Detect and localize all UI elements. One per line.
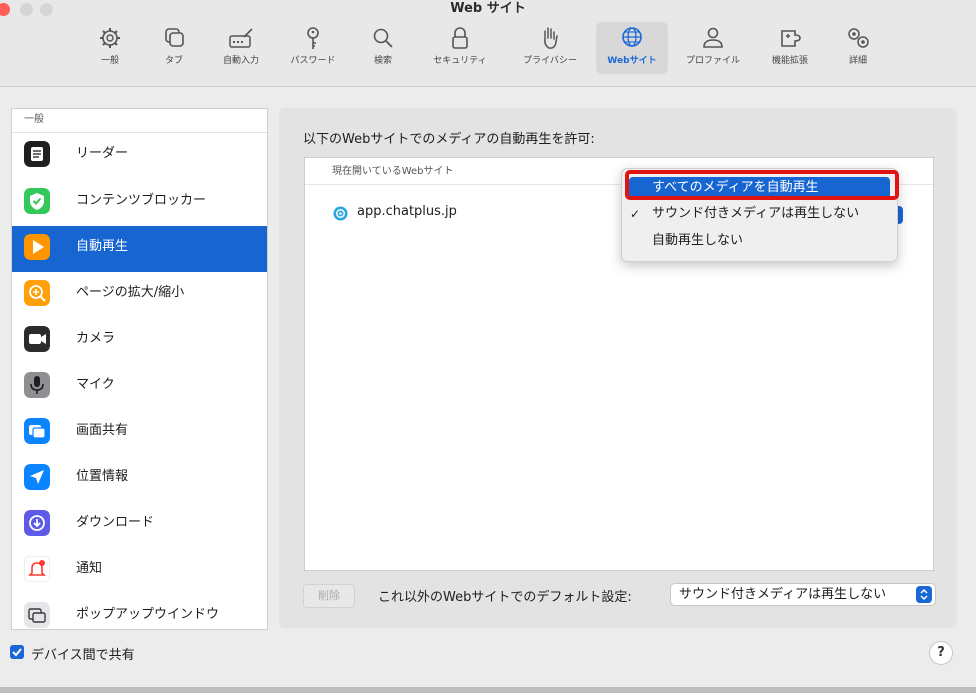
chevron-up-down-icon [916,586,932,603]
toolbar-item-advanced[interactable]: 詳細 [822,22,894,74]
puzzle-icon [781,30,801,47]
sidebar-item-microphone[interactable]: マイク [12,364,267,410]
sidebar-item-label: 画面共有 [76,423,129,438]
share-across-devices-checkbox[interactable] [10,645,24,659]
toolbar-item-general[interactable]: 一般 [74,22,146,74]
default-setting-label: これ以外のWebサイトでのデフォルト設定: [378,590,632,605]
key-icon [307,27,319,49]
toolbar-label: タブ [164,56,183,66]
toolbar-item-search[interactable]: 検索 [347,22,419,74]
reader-icon [24,141,50,167]
bell-icon [24,556,50,582]
toolbar-label: Webサイト [607,56,657,66]
sidebar-item-notifications[interactable]: 通知 [12,548,267,594]
toolbar-label: 一般 [100,56,119,66]
toolbar-label: プロファイル [685,56,740,66]
toolbar-item-websites[interactable]: Webサイト [596,22,668,74]
sidebar-item-label: 通知 [76,561,103,576]
sidebar-item-label: リーダー [76,146,129,161]
toolbar-label: パスワード [290,56,336,66]
sidebar: 一般 リーダー コンテンツブロッカー 自動再生 ページの拡大/縮小 カメラ マイ… [11,108,268,630]
screen-share-icon [24,418,50,444]
sidebar-item-page-zoom[interactable]: ページの拡大/縮小 [12,272,267,318]
toolbar-item-privacy[interactable]: プライバシー [514,22,586,74]
menu-item-never-autoplay[interactable]: 自動再生しない [622,229,897,253]
toolbar-label: 機能拡張 [771,56,808,66]
sidebar-item-popups[interactable]: ポップアップウインドウ [12,594,267,629]
menu-item-label: サウンド付きメディアは再生しない [652,206,860,221]
window-title: Web サイト [450,1,526,16]
sidebar-section-title: 一般 [12,109,267,133]
delete-button[interactable]: 削除 [303,584,355,608]
checkmark-icon: ✓ [630,207,641,221]
sidebar-item-label: 位置情報 [76,469,129,484]
toolbar-item-profiles[interactable]: プロファイル [677,22,749,74]
toolbar-label: セキュリティ [433,56,487,66]
default-setting-value: サウンド付きメディアは再生しない [679,587,887,602]
gears-icon [848,28,869,48]
sidebar-item-reader[interactable]: リーダー [12,133,267,179]
download-icon [24,510,50,536]
toolbar: Web サイト 一般 タブ 自動入力 パスワード 検索 セキュリティ プライバシ… [0,0,976,87]
microphone-icon [24,372,50,398]
toolbar-label: 検索 [373,56,392,66]
lock-icon [452,27,468,49]
sidebar-item-label: 自動再生 [76,239,129,254]
sidebar-item-autoplay[interactable]: 自動再生 [12,226,267,272]
sidebar-item-camera[interactable]: カメラ [12,318,267,364]
sidebar-item-label: マイク [76,377,115,392]
menu-item-stop-media-with-sound[interactable]: ✓ サウンド付きメディアは再生しない [622,202,897,226]
menu-item-label: 自動再生しない [652,233,744,248]
person-icon [703,27,723,48]
magnifier-icon [373,28,393,48]
default-setting-select[interactable]: サウンド付きメディアは再生しない [670,583,936,606]
sidebar-item-label: カメラ [76,331,116,346]
camera-icon [24,326,50,352]
popup-window-icon [24,602,50,628]
sidebar-item-location[interactable]: 位置情報 [12,456,267,502]
globe-icon [622,27,642,47]
toolbar-item-extensions[interactable]: 機能拡張 [754,22,826,74]
help-button[interactable]: ? [929,641,953,665]
toolbar-item-tabs[interactable]: タブ [138,22,210,74]
sidebar-item-label: ダウンロード [76,515,155,530]
website-name: app.chatplus.jp [357,204,457,219]
keyboard-pencil-icon [229,28,253,48]
toolbar-label: 詳細 [848,56,867,66]
sidebar-item-downloads[interactable]: ダウンロード [12,502,267,548]
toolbar-item-security[interactable]: セキュリティ [424,22,496,74]
location-arrow-icon [24,464,50,490]
panel-caption: 以下のWebサイトでのメディアの自動再生を許可: [303,132,595,147]
sidebar-item-label: ポップアップウインドウ [76,607,220,622]
chatplus-favicon-icon [333,206,348,221]
gear-icon [100,28,120,48]
hand-icon [544,27,558,49]
shield-check-icon [24,188,50,214]
toolbar-label: プライバシー [523,56,577,66]
sidebar-item-label: ページの拡大/縮小 [76,285,185,300]
tabs-icon [165,28,184,47]
play-icon [24,234,50,260]
highlight-annotation-box [625,170,899,200]
sidebar-item-content-blockers[interactable]: コンテンツブロッカー [12,180,267,226]
sidebar-item-label: コンテンツブロッカー [76,193,207,208]
toolbar-item-autofill[interactable]: 自動入力 [205,22,277,74]
sidebar-item-screen-sharing[interactable]: 画面共有 [12,410,267,456]
zoom-icon [24,280,50,306]
toolbar-item-passwords[interactable]: パスワード [277,22,349,74]
bottom-edge [0,687,976,693]
share-across-devices-label: デバイス間で共有 [31,648,135,663]
toolbar-label: 自動入力 [222,56,259,66]
